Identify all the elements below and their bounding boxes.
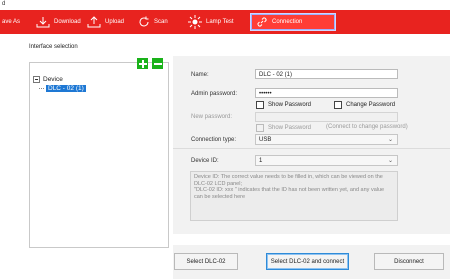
connection-type-select[interactable]: USB ⌄: [255, 134, 398, 145]
lamp-icon: [188, 15, 202, 29]
connect-hint: (Connect to change password): [326, 124, 408, 130]
show-password-checkbox[interactable]: Show Password: [256, 101, 311, 109]
tree-root-device[interactable]: Device: [33, 76, 63, 83]
admin-password-label: Admin password:: [191, 91, 238, 97]
new-password-label: New password:: [191, 114, 233, 120]
tree-root-label: Device: [43, 76, 63, 83]
download-icon: [36, 17, 50, 28]
upload-icon: [87, 16, 101, 28]
download-button[interactable]: Download: [36, 13, 81, 31]
scan-button[interactable]: Scan: [138, 13, 168, 31]
device-id-select[interactable]: 1 ⌄: [255, 155, 398, 166]
name-field[interactable]: DLC - 02 (1): [255, 69, 398, 79]
device-id-value: 1: [259, 158, 263, 164]
tree-connector: [39, 88, 44, 89]
device-id-description: Device ID: The correct value needs to be…: [190, 171, 398, 221]
add-device-button[interactable]: [137, 58, 148, 69]
connection-type-label: Connection type:: [191, 137, 237, 143]
show-new-password-label: Show Password: [268, 125, 312, 131]
lamp-test-button[interactable]: Lamp Test: [188, 13, 234, 31]
refresh-icon: [139, 16, 149, 27]
connection-label: Connection: [272, 19, 303, 25]
select-and-connect-button[interactable]: Select DLC-02 and connect: [266, 253, 349, 270]
device-id-label: Device ID:: [191, 158, 219, 164]
collapse-icon[interactable]: [33, 76, 40, 83]
connection-button[interactable]: Connection: [250, 13, 336, 31]
link-icon: [257, 17, 267, 27]
new-password-field: [255, 112, 398, 122]
download-label: Download: [54, 19, 81, 25]
disconnect-button[interactable]: Disconnect: [374, 253, 444, 270]
tree-item-label: DLC - 02 (1): [46, 85, 86, 92]
save-as-label: ave As: [2, 19, 21, 25]
show-password-label: Show Password: [268, 102, 312, 108]
connection-type-value: USB: [259, 137, 272, 143]
change-password-label: Change Password: [346, 102, 396, 108]
checkbox-box: [256, 101, 264, 109]
show-new-password-checkbox: Show Password: [256, 124, 311, 132]
chevron-down-icon: ⌄: [387, 158, 393, 164]
description-line: Device ID: The correct value needs to be…: [194, 174, 383, 180]
interface-selection-title: Interface selection: [29, 44, 78, 50]
description-line: can be selected here: [194, 193, 246, 200]
description-line: "DLC-02 ID: xxx " indicates that the ID …: [194, 187, 385, 193]
window-title: d: [2, 1, 6, 7]
name-label: Name:: [191, 72, 209, 78]
lamp-test-label: Lamp Test: [206, 19, 234, 25]
save-as-button[interactable]: ave As: [2, 13, 20, 31]
tree-item-dlc[interactable]: DLC - 02 (1): [39, 85, 86, 92]
checkbox-box: [334, 101, 342, 109]
select-dlc-button[interactable]: Select DLC-02: [174, 253, 238, 270]
remove-device-button[interactable]: [152, 58, 163, 69]
toolbar: ave As Download Upload Scan Lamp Test Co…: [0, 10, 450, 34]
change-password-checkbox[interactable]: Change Password: [334, 101, 395, 109]
section-divider: [173, 148, 450, 149]
upload-label: Upload: [105, 19, 125, 25]
title-bar: d: [0, 0, 450, 10]
chevron-down-icon: ⌄: [387, 137, 393, 143]
admin-password-field[interactable]: ••••••: [255, 88, 398, 98]
scan-label: Scan: [154, 19, 168, 25]
checkbox-box: [256, 124, 264, 132]
upload-button[interactable]: Upload: [87, 13, 124, 31]
